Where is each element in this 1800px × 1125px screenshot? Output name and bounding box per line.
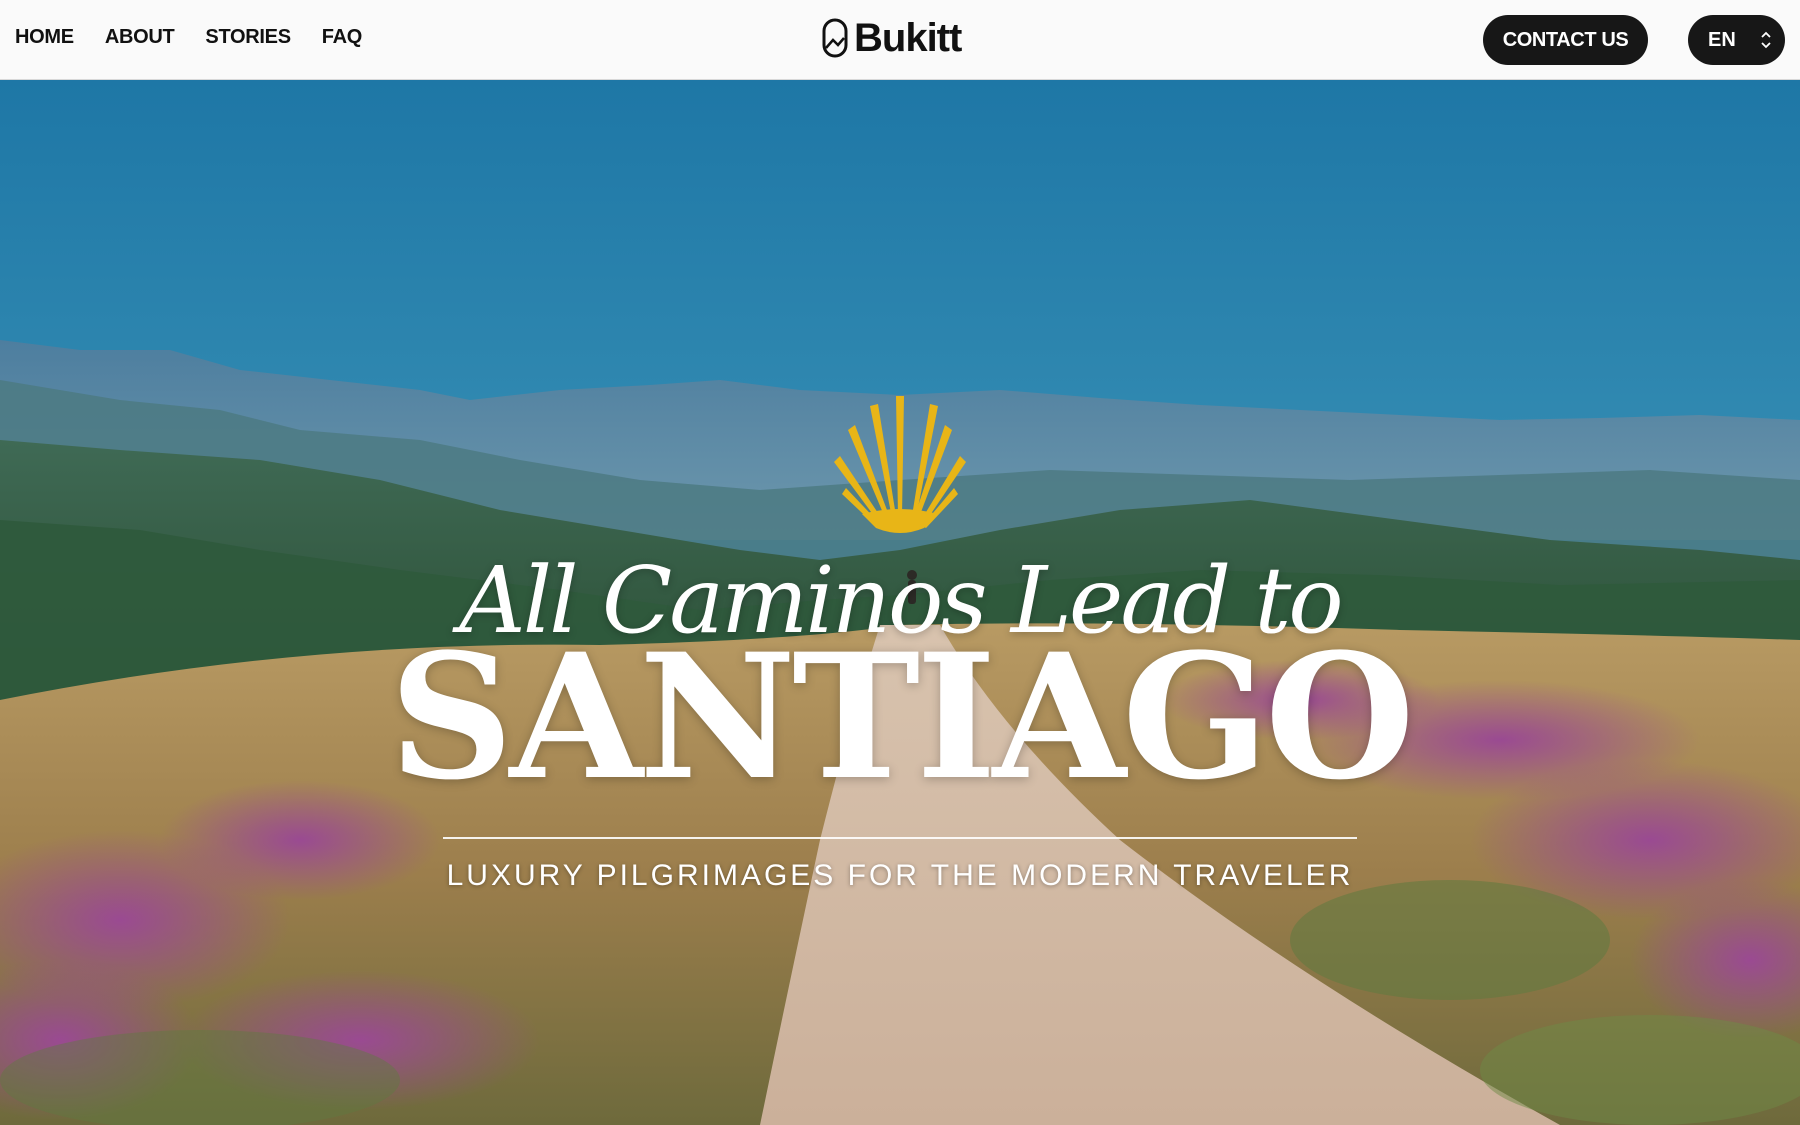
hero-section: All Caminos Lead to SANTIAGO LUXURY PILG… — [0, 80, 1800, 1125]
language-value: EN — [1708, 28, 1736, 51]
brand-logo[interactable]: Bukitt — [822, 16, 962, 60]
nav-home[interactable]: HOME — [15, 26, 74, 49]
hero-divider — [443, 837, 1357, 839]
nav-stories[interactable]: STORIES — [205, 26, 291, 49]
scallop-shell-icon — [834, 396, 966, 533]
chevron-up-down-icon — [1761, 31, 1771, 49]
hero-headline: SANTIAGO — [389, 615, 1415, 818]
pilgrim-badge-icon — [822, 18, 848, 58]
language-selector[interactable]: EN — [1688, 15, 1785, 65]
hero-subtitle: LUXURY PILGRIMAGES FOR THE MODERN TRAVEL… — [446, 859, 1354, 892]
brand-name: Bukitt — [854, 16, 962, 60]
nav-faq[interactable]: FAQ — [322, 26, 363, 49]
main-nav: HOME ABOUT STORIES FAQ — [15, 26, 362, 49]
contact-us-button[interactable]: CONTACT US — [1483, 15, 1648, 65]
nav-about[interactable]: ABOUT — [105, 26, 175, 49]
site-header: HOME ABOUT STORIES FAQ Bukitt CONTACT US… — [0, 0, 1800, 80]
